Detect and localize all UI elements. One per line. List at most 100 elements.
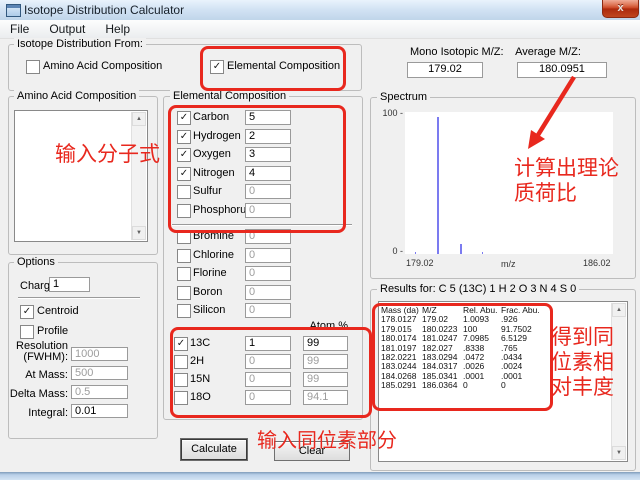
element-label-chlorine: Chlorine <box>193 249 234 262</box>
isotope-atom-pct-input-18o[interactable]: 94.1 <box>303 390 348 405</box>
isotope-atom-pct-input-2h[interactable]: 99 <box>303 354 348 369</box>
results-cell: 185.0291 <box>381 381 422 390</box>
charge-input[interactable]: 1 <box>49 277 90 292</box>
profile-label: Profile <box>37 325 68 338</box>
delta-mass-label: Delta Mass: <box>6 388 68 401</box>
scroll-down-icon[interactable]: ▼ <box>132 226 146 240</box>
isotope-count-input-13c[interactable]: 1 <box>245 336 291 351</box>
element-count-input-phosphorus[interactable]: 0 <box>245 203 291 218</box>
amino-listbox-scrollbar[interactable]: ▲ ▼ <box>131 112 146 240</box>
element-count-input-silicon[interactable]: 0 <box>245 303 291 318</box>
y-axis-min-label: 0 - <box>374 246 403 256</box>
amino-acid-composition-label: Amino Acid Composition <box>43 60 162 73</box>
isotope-checkbox-18o[interactable] <box>174 391 188 405</box>
scroll-up-icon[interactable]: ▲ <box>612 303 626 317</box>
annotation-abundance-text: 得到同 位素相 对丰度 <box>551 325 614 400</box>
element-label-sulfur: Sulfur <box>193 185 222 198</box>
annotation-isotope-input-text: 输入同位素部分 <box>257 428 397 453</box>
average-mz-value: 180.0951 <box>517 62 607 78</box>
x-axis-left-label: 179.02 <box>406 258 434 268</box>
resolution-input[interactable]: 1000 <box>71 347 128 361</box>
spectrum-peak-mz-179.02 <box>415 252 416 254</box>
amino-group-label: Amino Acid Composition <box>14 90 139 102</box>
element-checkbox-chlorine[interactable] <box>177 249 191 263</box>
delta-mass-input[interactable]: 0.5 <box>71 385 128 399</box>
element-label-silicon: Silicon <box>193 304 225 317</box>
x-axis-title: m/z <box>501 259 516 269</box>
element-checkbox-florine[interactable] <box>177 267 191 281</box>
element-label-florine: Florine <box>193 267 227 280</box>
results-cell: 0 <box>501 381 545 390</box>
spectrum-group-label: Spectrum <box>377 91 430 103</box>
isotope-atom-pct-input-15n[interactable]: 99 <box>303 372 348 387</box>
elemental-group-label: Elemental Composition <box>170 90 289 102</box>
isotope-checkbox-2h[interactable] <box>174 355 188 369</box>
element-checkbox-silicon[interactable] <box>177 304 191 318</box>
element-label-carbon: Carbon <box>193 111 229 124</box>
element-count-input-oxygen[interactable]: 3 <box>245 147 291 162</box>
menu-output[interactable]: Output <box>39 20 95 38</box>
isotope-count-input-15n[interactable]: 0 <box>245 372 291 387</box>
element-count-input-nitrogen[interactable]: 4 <box>245 166 291 181</box>
element-checkbox-nitrogen[interactable]: ✓ <box>177 167 191 181</box>
results-cell: 0 <box>463 381 501 390</box>
y-axis-max-label: 100 - <box>374 108 403 118</box>
element-checkbox-carbon[interactable]: ✓ <box>177 111 191 125</box>
element-label-oxygen: Oxygen <box>193 148 231 161</box>
calculate-button[interactable]: Calculate <box>181 439 247 460</box>
element-count-input-chlorine[interactable]: 0 <box>245 248 291 263</box>
resolution-label-line2: (FWHM): <box>6 351 68 364</box>
isotope-from-group-label: Isotope Distribution From: <box>14 38 146 50</box>
isotope-label-13c: 13C <box>190 337 210 350</box>
integral-input[interactable]: 0.01 <box>71 404 128 418</box>
element-count-input-sulfur[interactable]: 0 <box>245 184 291 199</box>
annotation-abundance-line3: 对丰度 <box>551 375 614 400</box>
scroll-up-icon[interactable]: ▲ <box>132 112 146 126</box>
centroid-checkbox[interactable]: ✓ <box>20 305 34 319</box>
close-button[interactable]: x <box>602 0 639 18</box>
element-count-input-boron[interactable]: 0 <box>245 285 291 300</box>
element-count-input-carbon[interactable]: 5 <box>245 110 291 125</box>
isotope-checkbox-15n[interactable] <box>174 373 188 387</box>
average-mz-label: Average M/Z: <box>506 46 590 59</box>
window-title: Isotope Distribution Calculator <box>24 3 184 17</box>
amino-acid-composition-checkbox[interactable] <box>26 60 40 74</box>
isotope-label-18o: 18O <box>190 391 211 404</box>
isotope-label-2h: 2H <box>190 355 204 368</box>
element-checkbox-sulfur[interactable] <box>177 185 191 199</box>
menu-bar: File Output Help <box>0 20 640 39</box>
results-row[interactable]: 178.0127179.021.0093.926 <box>381 315 607 324</box>
element-checkbox-boron[interactable] <box>177 286 191 300</box>
annotation-mz-line1: 计算出理论 <box>514 156 619 181</box>
atom-percent-header: Atom % <box>303 320 348 333</box>
isotope-count-input-2h[interactable]: 0 <box>245 354 291 369</box>
element-label-phosphorus: Phosphorus <box>193 204 252 217</box>
isotope-label-15n: 15N <box>190 373 210 386</box>
isotope-count-input-18o[interactable]: 0 <box>245 390 291 405</box>
element-checkbox-phosphorus[interactable] <box>177 204 191 218</box>
element-count-input-florine[interactable]: 0 <box>245 266 291 281</box>
title-bar: Isotope Distribution Calculator <box>0 0 640 21</box>
element-count-input-bromine[interactable]: 0 <box>245 229 291 244</box>
scroll-down-icon[interactable]: ▼ <box>612 446 626 460</box>
results-cell: 186.0364 <box>422 381 463 390</box>
isotope-atom-pct-input-13c[interactable]: 99 <box>303 336 348 351</box>
element-checkbox-hydrogen[interactable]: ✓ <box>177 130 191 144</box>
element-label-hydrogen: Hydrogen <box>193 130 241 143</box>
spectrum-peak-mz-181.0247 <box>460 244 462 254</box>
elemental-composition-checkbox[interactable]: ✓ <box>210 60 224 74</box>
amino-acid-listbox[interactable]: ▲ ▼ <box>14 110 148 242</box>
mono-mz-value: 179.02 <box>407 62 483 78</box>
menu-file[interactable]: File <box>0 20 39 38</box>
element-checkbox-bromine[interactable] <box>177 230 191 244</box>
options-separator <box>18 297 140 299</box>
isotope-checkbox-13c[interactable]: ✓ <box>174 337 188 351</box>
at-mass-input[interactable]: 500 <box>71 366 128 380</box>
options-group-label: Options <box>14 256 58 268</box>
element-checkbox-oxygen[interactable]: ✓ <box>177 148 191 162</box>
menu-help[interactable]: Help <box>95 20 140 38</box>
profile-checkbox[interactable] <box>20 325 34 339</box>
annotation-formula-text: 输入分子式 <box>55 142 160 167</box>
annotation-abundance-line2: 位素相 <box>551 350 614 375</box>
element-count-input-hydrogen[interactable]: 2 <box>245 129 291 144</box>
